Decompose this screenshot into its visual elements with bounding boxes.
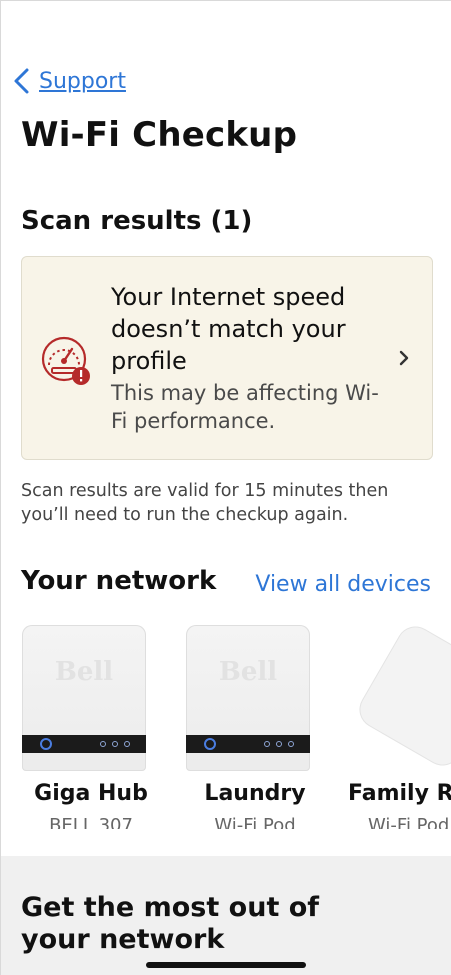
pod-body: Bell [186,625,310,771]
router-body: Bell [22,625,146,771]
pod-shape [353,620,451,772]
device-name: Laundry [204,781,306,806]
status-dot [264,741,270,747]
scan-results-title: Scan results (1) [21,206,253,236]
laundry-pod-image: Bell [180,621,330,771]
device-subtitle: BELL 307 [49,815,133,829]
home-indicator[interactable] [146,962,306,968]
view-all-devices-link[interactable]: View all devices [255,572,431,597]
status-ring [40,738,52,750]
alert-text: Your Internet speed doesn’t match your p… [111,281,391,435]
network-title: Your network [21,566,217,596]
giga-hub-image: Bell [16,621,166,771]
status-dot [276,741,282,747]
promo-panel: Get the most out of your network [1,856,451,975]
alert-description: This may be affecting Wi-Fi performance. [111,381,379,433]
page-title: Wi-Fi Checkup [21,115,298,155]
scan-validity-note: Scan results are valid for 15 minutes th… [21,481,389,525]
status-dot [100,741,106,747]
status-dot [124,741,130,747]
status-dot [112,741,118,747]
device-name: Giga Hub [34,781,148,806]
speed-alert-card[interactable]: Your Internet speed doesn’t match your p… [21,256,433,460]
bell-logo: Bell [218,657,278,687]
chevron-left-icon [14,68,29,94]
back-button[interactable]: Support [11,65,126,97]
alert-heading: Your Internet speed doesn’t match your p… [111,283,346,375]
device-name: Family Ro [348,781,451,806]
promo-title: Get the most out of your network [21,892,320,955]
back-label[interactable]: Support [39,69,126,94]
speedometer-alert-icon [41,336,90,385]
bell-logo: Bell [54,657,114,687]
status-dot [288,741,294,747]
device-subtitle: Wi-Fi Pod [214,815,296,829]
chevron-right-icon [399,350,409,366]
device-subtitle: Wi-Fi Pod [368,815,450,829]
status-ring [204,738,216,750]
screen: Support Wi-Fi Checkup Scan results (1) Y… [0,0,451,975]
family-room-pod-image [344,620,451,772]
